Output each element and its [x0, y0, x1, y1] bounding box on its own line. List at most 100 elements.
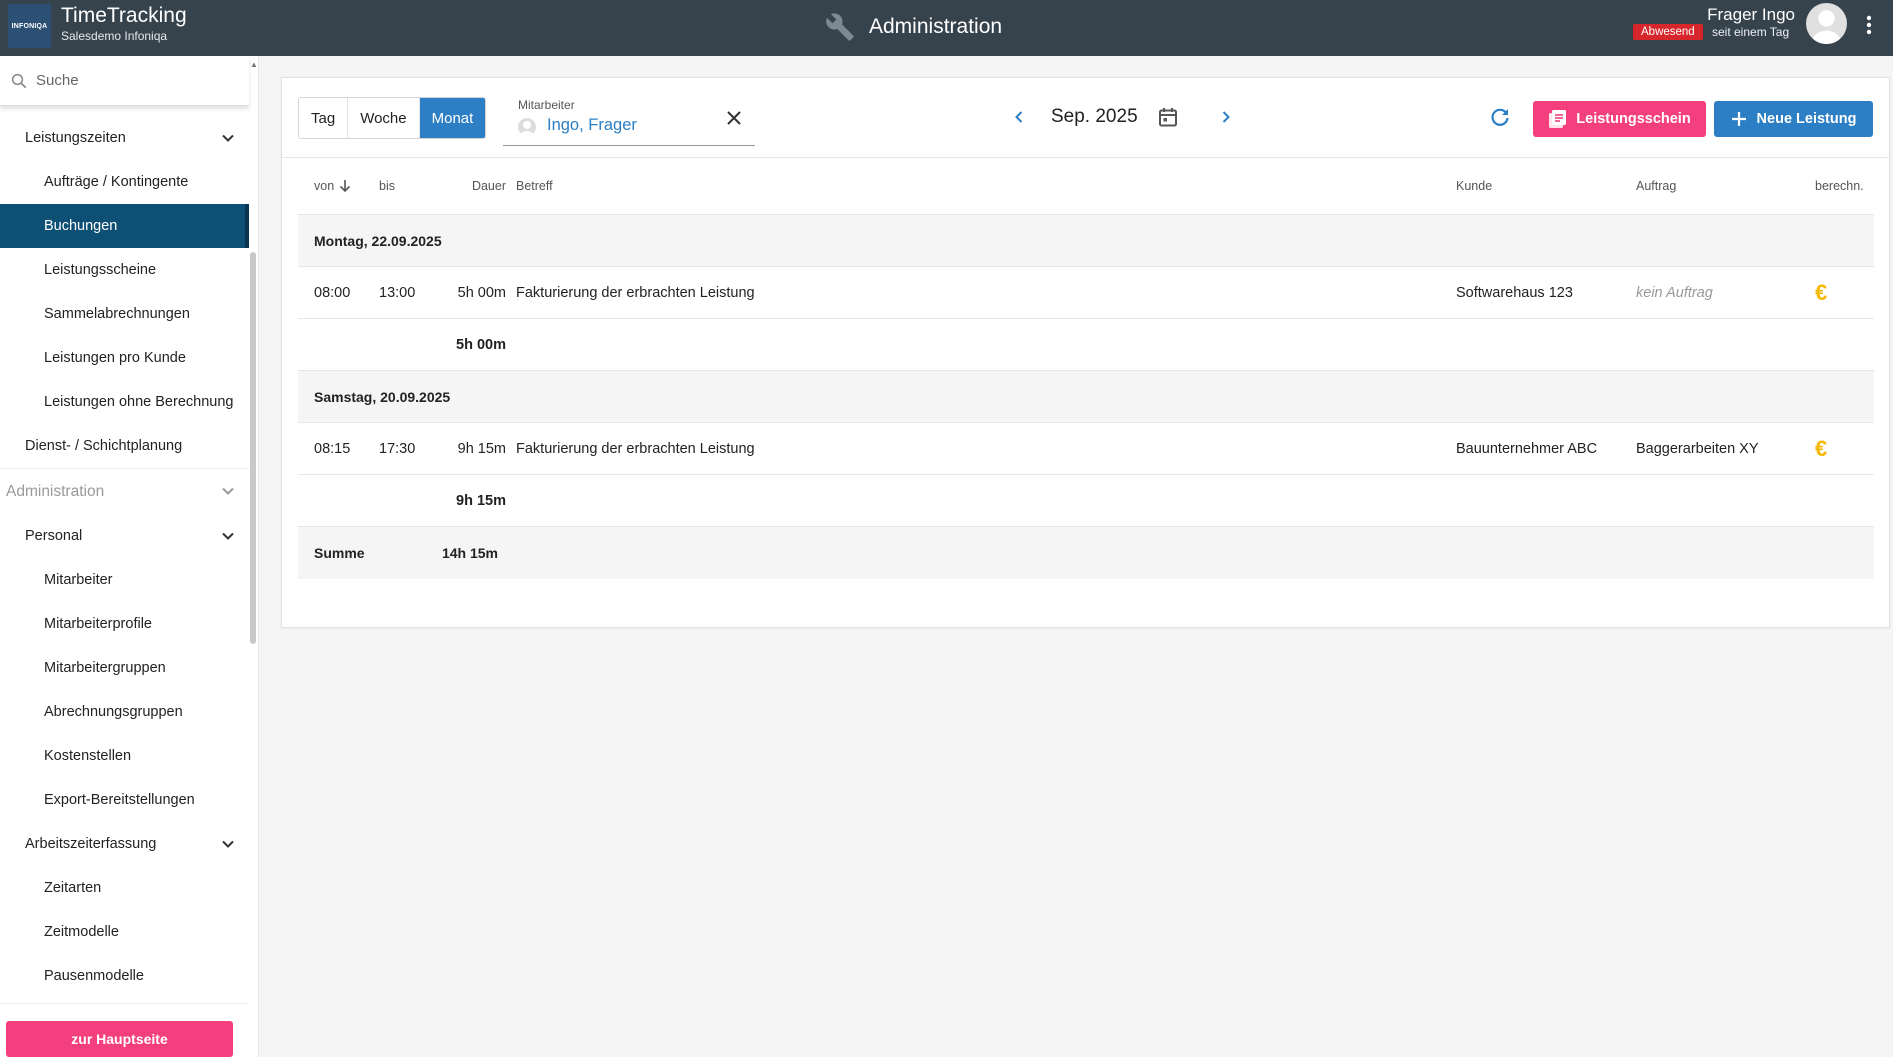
sidebar-item-abrechnungsgruppen[interactable]: Abrechnungsgruppen — [0, 690, 249, 734]
cell-dauer: 9h 15m — [457, 440, 506, 457]
section-heading: Administration — [825, 12, 1002, 42]
group-date: Montag, 22.09.2025 — [314, 232, 442, 249]
new-entry-button[interactable]: Neue Leistung — [1714, 101, 1873, 137]
sidebar: ▲ Leistungszeiten Aufträge / Kontingente… — [0, 56, 259, 1057]
employee-avatar — [518, 118, 536, 136]
cell-kunde: Softwarehaus 123 — [1456, 284, 1573, 301]
sidebar-item-mitarbeitergruppen[interactable]: Mitarbeitergruppen — [0, 646, 249, 690]
sidebar-item-arbeitszeiterfassung[interactable]: Arbeitszeiterfassung — [0, 822, 249, 866]
sidebar-item-buchungen[interactable]: Buchungen — [0, 204, 249, 248]
sidebar-item-label: Buchungen — [44, 218, 118, 234]
euro-icon: € — [1815, 279, 1828, 305]
sidebar-item-leistungsscheine[interactable]: Leistungsscheine — [0, 248, 249, 292]
subtotal-value: 9h 15m — [456, 492, 506, 509]
cell-bis: 13:00 — [379, 284, 416, 301]
infoniqa-logo[interactable]: INFONIQA — [8, 4, 51, 48]
refresh-icon[interactable] — [1488, 105, 1512, 129]
calendar-icon[interactable] — [1156, 105, 1180, 129]
sidebar-item-leistungszeiten[interactable]: Leistungszeiten — [0, 116, 249, 160]
chevron-left-icon[interactable] — [1007, 105, 1031, 129]
user-name: Frager Ingo — [1707, 5, 1795, 24]
column-header-berechnet[interactable]: berechn. — [1815, 158, 1864, 214]
sidebar-item-mitarbeiter[interactable]: Mitarbeiter — [0, 558, 249, 602]
plus-icon — [1731, 112, 1746, 126]
leistungsschein-button[interactable]: Leistungsschein — [1533, 101, 1706, 137]
subtotal-row: 5h 00m — [298, 319, 1874, 371]
more-vert-icon[interactable] — [1862, 14, 1876, 36]
tab-woche[interactable]: Woche — [348, 98, 420, 138]
sidebar-item-sammelabrechnungen[interactable]: Sammelabrechnungen — [0, 292, 249, 336]
sidebar-item-export-bereitstellungen[interactable]: Export-Bereitstellungen — [0, 778, 249, 822]
sidebar-item-label: Mitarbeitergruppen — [44, 660, 166, 676]
column-header-auftrag[interactable]: Auftrag — [1636, 158, 1676, 214]
chevron-down-icon — [222, 134, 234, 142]
bookings-card: Tag Woche Monat Mitarbeiter Ingo, Frager… — [281, 77, 1890, 628]
home-button[interactable]: zur Hauptseite — [6, 1021, 233, 1057]
table-row[interactable]: 08:00 13:00 5h 00m Fakturierung der erbr… — [298, 267, 1874, 319]
chevron-down-icon — [222, 487, 234, 495]
total-value: 14h 15m — [441, 545, 498, 561]
sidebar-item-label: Sammelabrechnungen — [44, 306, 190, 322]
sort-down-icon — [340, 180, 351, 193]
column-header-betreff[interactable]: Betreff — [516, 158, 553, 214]
sidebar-item-auftraege[interactable]: Aufträge / Kontingente — [0, 160, 249, 204]
column-header-bis[interactable]: bis — [379, 158, 395, 214]
sidebar-item-label: Leistungsscheine — [44, 262, 157, 278]
user-avatar[interactable] — [1806, 3, 1847, 44]
scroll-up-arrow-icon[interactable]: ▲ — [250, 60, 258, 69]
sidebar-item-label: Leistungen ohne Berechnung — [44, 394, 234, 410]
bookings-table: von bis Dauer Betreff Kunde Auftrag bere… — [298, 158, 1874, 579]
sidebar-item-leistungen-ohne-berechnung[interactable]: Leistungen ohne Berechnung — [0, 380, 249, 424]
sidebar-item-label: Mitarbeiterprofile — [44, 616, 152, 632]
app-title: TimeTracking — [61, 4, 187, 27]
sidebar-item-label: Administration — [6, 482, 105, 500]
column-header-von[interactable]: von — [314, 158, 352, 214]
tab-tag[interactable]: Tag — [299, 98, 349, 138]
toolbar: Tag Woche Monat Mitarbeiter Ingo, Frager… — [282, 78, 1889, 158]
employee-value: Ingo, Frager — [547, 116, 637, 134]
app-subtitle: Salesdemo Infoniqa — [61, 29, 168, 43]
sidebar-scrollbar[interactable] — [250, 252, 256, 644]
tab-monat[interactable]: Monat — [419, 98, 486, 138]
group-date: Samstag, 20.09.2025 — [314, 388, 451, 405]
sidebar-item-label: Kostenstellen — [44, 748, 132, 764]
cell-dauer: 5h 00m — [457, 284, 506, 301]
search-input[interactable] — [36, 72, 236, 89]
leistungsschein-label: Leistungsschein — [1576, 111, 1691, 127]
sidebar-item-pausenmodelle[interactable]: Pausenmodelle — [0, 954, 249, 998]
cell-von: 08:15 — [314, 440, 351, 457]
sidebar-item-label: Abrechnungsgruppen — [44, 704, 183, 720]
wrench-icon — [826, 13, 854, 41]
chevron-right-icon[interactable] — [1214, 105, 1238, 129]
employee-field[interactable]: Mitarbeiter Ingo, Frager — [503, 97, 755, 146]
status-since: seit einem Tag — [1712, 25, 1790, 39]
column-header-kunde[interactable]: Kunde — [1456, 158, 1492, 214]
period-navigator: Sep. 2025 — [1007, 105, 1238, 129]
subtotal-row: 9h 15m — [298, 475, 1874, 527]
subtotal-value: 5h 00m — [456, 336, 506, 353]
period-label: Sep. 2025 — [1051, 106, 1138, 127]
cell-betreff: Fakturierung der erbrachten Leistung — [516, 284, 755, 301]
table-row[interactable]: 08:15 17:30 9h 15m Fakturierung der erbr… — [298, 423, 1874, 475]
sidebar-item-label: Mitarbeiter — [44, 572, 113, 588]
sidebar-item-label: Arbeitszeiterfassung — [25, 836, 157, 852]
sidebar-nav: Leistungszeiten Aufträge / Kontingente B… — [0, 116, 249, 998]
sidebar-item-label: Aufträge / Kontingente — [44, 174, 189, 190]
sidebar-item-personal[interactable]: Personal — [0, 514, 249, 558]
chevron-down-icon — [222, 532, 234, 540]
top-bar: INFONIQA TimeTracking Salesdemo Infoniqa… — [0, 0, 1893, 56]
sidebar-section-administration[interactable]: Administration — [0, 468, 249, 514]
cell-auftrag: kein Auftrag — [1636, 284, 1713, 301]
sidebar-item-leistungen-pro-kunde[interactable]: Leistungen pro Kunde — [0, 336, 249, 380]
close-icon[interactable] — [725, 109, 743, 127]
column-label: von — [314, 179, 335, 193]
sidebar-item-schichtplanung[interactable]: Dienst- / Schichtplanung — [0, 424, 249, 468]
sidebar-item-label: Leistungszeiten — [25, 130, 126, 146]
sidebar-item-kostenstellen[interactable]: Kostenstellen — [0, 734, 249, 778]
cell-bis: 17:30 — [379, 440, 416, 457]
column-header-dauer[interactable]: Dauer — [426, 158, 506, 214]
date-group-header: Montag, 22.09.2025 — [298, 215, 1874, 267]
sidebar-item-zeitarten[interactable]: Zeitarten — [0, 866, 249, 910]
sidebar-item-zeitmodelle[interactable]: Zeitmodelle — [0, 910, 249, 954]
sidebar-item-mitarbeiterprofile[interactable]: Mitarbeiterprofile — [0, 602, 249, 646]
